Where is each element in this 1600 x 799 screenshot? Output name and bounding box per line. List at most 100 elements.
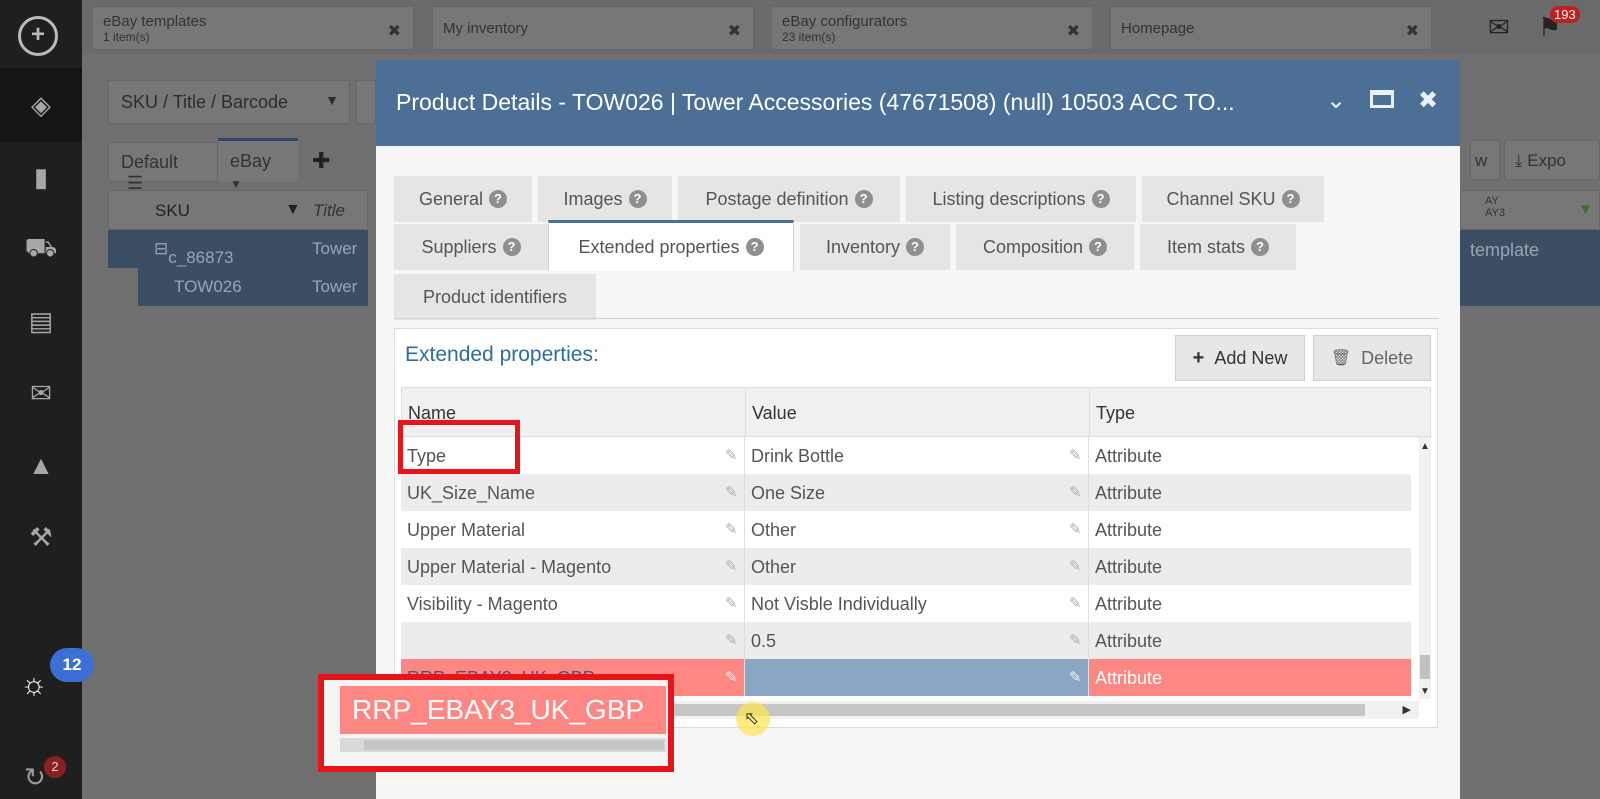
add-view-icon[interactable]: ✚ bbox=[312, 148, 330, 174]
help-icon[interactable]: ? bbox=[906, 238, 925, 256]
chart-icon[interactable]: ▤ bbox=[0, 284, 82, 358]
chat-icon[interactable]: ✉ bbox=[1488, 12, 1510, 43]
vertical-scrollbar[interactable]: ▲ ▼ bbox=[1419, 437, 1431, 699]
column-ebay[interactable]: AY AY3 ▼ bbox=[1460, 190, 1600, 230]
column-title[interactable]: Title bbox=[313, 201, 345, 221]
cell-value[interactable]: Not Visble Individually bbox=[745, 585, 1089, 622]
maximize-icon[interactable] bbox=[1370, 90, 1394, 108]
truck-icon[interactable]: ⛟ bbox=[0, 212, 82, 286]
edit-icon[interactable]: ✎ bbox=[725, 446, 738, 464]
table-row[interactable]: Type ✎ Drink Bottle ✎ Attribute bbox=[401, 437, 1411, 474]
book-icon[interactable]: ▮ bbox=[0, 140, 82, 214]
help-icon[interactable]: ? bbox=[854, 190, 873, 208]
tab-listing-descriptions[interactable]: Listing descriptions? bbox=[906, 176, 1136, 222]
edit-icon[interactable]: ✎ bbox=[1069, 557, 1082, 575]
help-icon[interactable]: ? bbox=[1281, 190, 1300, 208]
sync-icon[interactable]: ↻ bbox=[24, 762, 46, 793]
help-icon[interactable]: ? bbox=[1251, 238, 1270, 256]
table-row[interactable]: Visibility - Magento ✎ Not Visble Indivi… bbox=[401, 585, 1411, 622]
cell-value[interactable] bbox=[745, 659, 1089, 696]
tab-suppliers[interactable]: Suppliers? bbox=[394, 224, 548, 270]
inventory-row-right[interactable]: template bbox=[1460, 230, 1600, 306]
cell-name[interactable]: UK_Size_Name bbox=[401, 474, 745, 511]
top-tab-ebay-configurators[interactable]: eBay configurators 23 item(s) ✖ bbox=[771, 6, 1093, 50]
tab-product-identifiers[interactable]: Product identifiers bbox=[394, 274, 596, 320]
top-tab-my-inventory[interactable]: My inventory ✖ bbox=[432, 6, 754, 50]
column-type[interactable]: Type bbox=[1090, 388, 1432, 438]
tab-composition[interactable]: Composition? bbox=[956, 224, 1134, 270]
edit-icon[interactable]: ✎ bbox=[1069, 483, 1082, 501]
top-tab-ebay-templates[interactable]: eBay templates 1 item(s) ✖ bbox=[92, 6, 414, 50]
tab-inventory[interactable]: Inventory? bbox=[800, 224, 950, 270]
delete-button[interactable]: 🗑 Delete bbox=[1313, 335, 1431, 381]
scroll-right-icon[interactable]: ▶ bbox=[1403, 703, 1411, 716]
help-icon[interactable]: ? bbox=[1089, 238, 1108, 256]
edit-icon[interactable]: ✎ bbox=[725, 557, 738, 575]
edit-icon[interactable]: ✎ bbox=[725, 520, 738, 538]
edit-icon[interactable]: ✎ bbox=[725, 594, 738, 612]
view-button[interactable]: w bbox=[1470, 140, 1500, 180]
edit-icon[interactable]: ✎ bbox=[725, 668, 738, 686]
inventory-row[interactable]: ⊟ c_86873 Tower bbox=[108, 230, 368, 268]
cell-type[interactable]: Attribute bbox=[1089, 585, 1411, 622]
close-icon[interactable]: ✖ bbox=[728, 21, 741, 41]
wrench-icon[interactable]: ⚒ bbox=[0, 500, 82, 574]
tab-extended-properties[interactable]: Extended properties? bbox=[548, 220, 794, 271]
top-tab-homepage[interactable]: Homepage ✖ bbox=[1110, 6, 1432, 50]
cell-type[interactable]: Attribute bbox=[1089, 548, 1411, 585]
cell-value[interactable]: Drink Bottle bbox=[745, 437, 1089, 474]
cell-name[interactable] bbox=[401, 622, 745, 659]
tab-item-stats[interactable]: Item stats? bbox=[1140, 224, 1296, 270]
table-row[interactable]: UK_Size_Name ✎ One Size ✎ Attribute bbox=[401, 474, 1411, 511]
cell-value[interactable]: 0.5 bbox=[745, 622, 1089, 659]
table-row[interactable]: Upper Material ✎ Other ✎ Attribute bbox=[401, 511, 1411, 548]
envelope-icon[interactable]: ✉ bbox=[0, 356, 82, 430]
edit-icon[interactable]: ✎ bbox=[725, 483, 738, 501]
tab-images[interactable]: Images? bbox=[538, 176, 672, 222]
cell-type[interactable]: Attribute bbox=[1089, 474, 1411, 511]
scroll-down-icon[interactable]: ▼ bbox=[1420, 686, 1430, 697]
table-row[interactable]: Upper Material - Magento ✎ Other ✎ Attri… bbox=[401, 548, 1411, 585]
export-button[interactable]: ⤓ Expo bbox=[1504, 140, 1600, 180]
add-new-button[interactable]: + Add New bbox=[1175, 335, 1305, 381]
close-icon[interactable]: ✖ bbox=[1418, 86, 1438, 115]
cell-value[interactable]: Other bbox=[745, 548, 1089, 585]
help-icon[interactable]: ? bbox=[628, 190, 647, 208]
scroll-thumb[interactable] bbox=[1420, 655, 1430, 679]
scroll-up-icon[interactable]: ▲ bbox=[1420, 441, 1430, 452]
cell-value[interactable]: One Size bbox=[745, 474, 1089, 511]
edit-icon[interactable]: ✎ bbox=[1069, 594, 1082, 612]
close-icon[interactable]: ✖ bbox=[1406, 21, 1419, 41]
tab-channel-sku[interactable]: Channel SKU? bbox=[1142, 176, 1324, 222]
edit-icon[interactable]: ✎ bbox=[1069, 668, 1082, 686]
table-row[interactable]: ✎ 0.5 ✎ Attribute bbox=[401, 622, 1411, 659]
cell-name[interactable]: Upper Material - Magento bbox=[401, 548, 745, 585]
cell-type[interactable]: Attribute bbox=[1089, 511, 1411, 548]
column-value[interactable]: Value bbox=[746, 388, 1090, 438]
tab-postage-definition[interactable]: Postage definition? bbox=[678, 176, 900, 222]
help-icon[interactable]: ? bbox=[1091, 190, 1110, 208]
puzzle-icon[interactable]: ▲ bbox=[0, 428, 82, 502]
edit-icon[interactable]: ✎ bbox=[1069, 520, 1082, 538]
cell-name[interactable]: Visibility - Magento bbox=[401, 585, 745, 622]
filter-icon[interactable]: ▼ bbox=[1578, 201, 1593, 218]
edit-icon[interactable]: ✎ bbox=[1069, 631, 1082, 649]
lightbulb-icon[interactable]: ☼ bbox=[20, 668, 48, 702]
close-icon[interactable]: ✖ bbox=[388, 21, 401, 41]
column-sku[interactable]: SKU bbox=[155, 201, 190, 221]
edit-icon[interactable]: ✎ bbox=[1069, 446, 1082, 464]
help-icon[interactable]: ? bbox=[489, 190, 508, 208]
app-logo-icon[interactable]: + bbox=[18, 16, 58, 56]
edit-icon[interactable]: ✎ bbox=[725, 631, 738, 649]
cell-value[interactable]: Other bbox=[745, 511, 1089, 548]
cell-type[interactable]: Attribute bbox=[1089, 437, 1411, 474]
help-icon[interactable]: ? bbox=[502, 238, 521, 256]
cubes-icon[interactable]: ◈ bbox=[0, 68, 82, 142]
close-icon[interactable]: ✖ bbox=[1067, 21, 1080, 41]
inventory-row[interactable]: TOW026 Tower bbox=[138, 268, 368, 306]
search-input[interactable] bbox=[356, 80, 376, 124]
help-icon[interactable]: ? bbox=[745, 238, 764, 256]
filter-icon[interactable]: ▼ bbox=[285, 201, 301, 219]
cell-type[interactable]: Attribute bbox=[1089, 622, 1411, 659]
collapse-icon[interactable]: ⌄ bbox=[1326, 86, 1346, 115]
